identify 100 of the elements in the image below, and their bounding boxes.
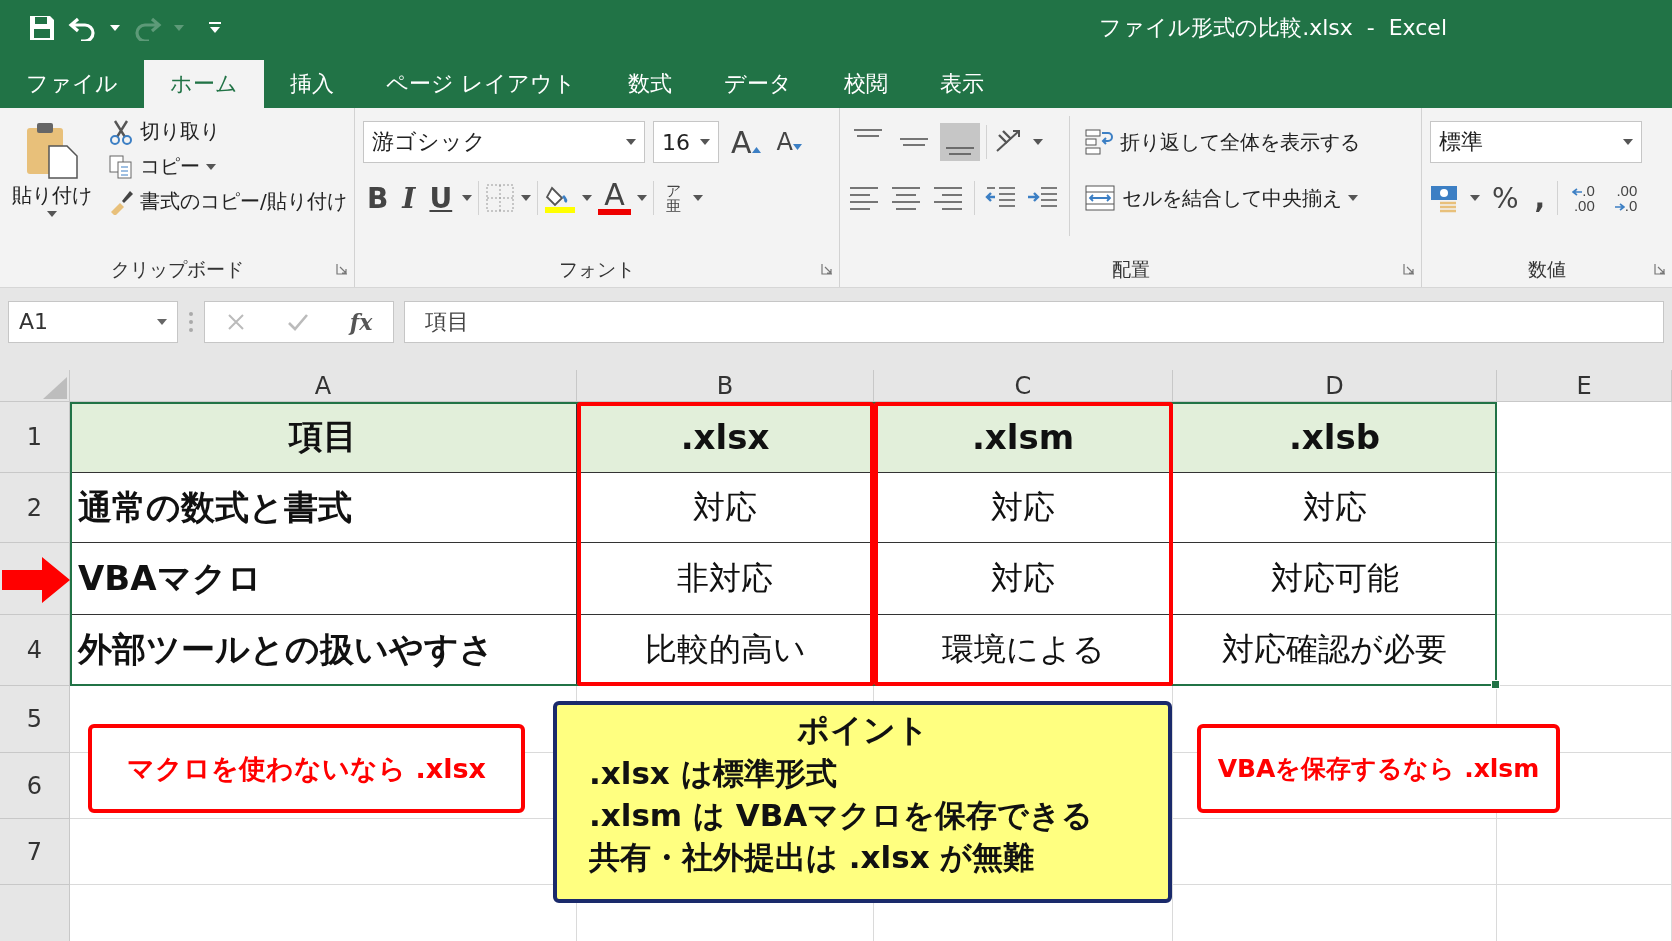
align-left-icon[interactable]: [848, 184, 880, 212]
comma-button[interactable]: ,: [1530, 181, 1550, 215]
caret-icon[interactable]: [636, 195, 647, 201]
caret-icon[interactable]: [1348, 195, 1358, 201]
align-lines-icon: [946, 147, 974, 155]
column-header[interactable]: C: [874, 370, 1173, 402]
table-cell: VBAマクロ: [70, 543, 577, 615]
table-cell: 非対応: [577, 543, 874, 615]
align-lines-icon: [900, 138, 928, 146]
paste-button[interactable]: 貼り付け: [8, 116, 96, 253]
vertical-align-button[interactable]: [940, 123, 980, 161]
font-name-select[interactable]: 游ゴシック: [363, 121, 645, 163]
table-cell: 対応: [874, 543, 1173, 615]
ribbon-tab[interactable]: データ: [698, 60, 818, 108]
note-line: .xlsm は VBAマクロを保存できる: [589, 795, 1095, 835]
triangle-icon: [792, 144, 802, 150]
customize-icon[interactable]: [208, 21, 222, 34]
caret-icon[interactable]: [692, 195, 703, 201]
note-line: .xlsx は標準形式: [589, 754, 838, 793]
wrap-text-button[interactable]: 折り返して全体を表示する: [1080, 116, 1364, 168]
increase-decimal-button[interactable]: .0 .00: [1566, 182, 1601, 214]
table-cell: 環境による: [874, 615, 1173, 686]
table-cell: 比較的高い: [577, 615, 874, 686]
caret-icon[interactable]: [626, 139, 636, 145]
table-cell: 外部ツールとの扱いやすさ: [70, 615, 577, 686]
drag-handle-icon[interactable]: [188, 310, 194, 333]
column-header[interactable]: B: [577, 370, 874, 402]
copy-button[interactable]: コピー: [104, 151, 351, 182]
ribbon-tab[interactable]: ページ レイアウト: [360, 60, 602, 108]
decrease-decimal-button[interactable]: .00 .0: [1608, 182, 1644, 214]
table-cell: 対応: [1173, 473, 1497, 543]
row-header[interactable]: 1: [0, 402, 70, 473]
caret-icon[interactable]: [700, 139, 710, 145]
align-center-icon[interactable]: [890, 184, 922, 212]
row-header[interactable]: [0, 543, 70, 615]
column-header[interactable]: A: [70, 370, 577, 402]
number-format-select[interactable]: 標準: [1430, 121, 1642, 163]
row-header[interactable]: 4: [0, 615, 70, 686]
window-title: ファイル形式の比較.xlsx - Excel: [1099, 13, 1447, 42]
phonetic-button[interactable]: ア 亜: [659, 182, 687, 214]
save-icon[interactable]: [28, 13, 56, 42]
launcher-icon[interactable]: [336, 263, 348, 275]
format-painter-button[interactable]: 書式のコピー/貼り付け: [104, 186, 351, 217]
caret-icon[interactable]: [1623, 139, 1633, 145]
launcher-icon[interactable]: [821, 263, 833, 275]
row-header[interactable]: 7: [0, 819, 70, 885]
column-header[interactable]: E: [1497, 370, 1672, 402]
launcher-icon[interactable]: [1654, 263, 1666, 275]
row-header[interactable]: 2: [0, 473, 70, 543]
callout-note: マクロを使わないなら .xlsx: [88, 724, 525, 813]
group-label: 数値: [1527, 257, 1567, 282]
ribbon-tab[interactable]: 数式: [602, 60, 698, 108]
ribbon-tab[interactable]: 表示: [914, 60, 1010, 108]
ribbon-tab[interactable]: ホーム: [144, 60, 264, 108]
caret-icon[interactable]: [206, 163, 216, 170]
group-label: フォント: [558, 257, 636, 282]
merge-center-button[interactable]: セルを結合して中央揃え: [1080, 172, 1364, 224]
font-color-button[interactable]: A: [598, 181, 631, 215]
percent-button[interactable]: %: [1488, 181, 1523, 215]
group-label: クリップボード: [109, 257, 245, 282]
insert-function-button[interactable]: fx: [349, 308, 373, 335]
arrow-icon: [1572, 188, 1583, 196]
triangle-icon: [751, 146, 761, 153]
scissors-icon: [108, 118, 134, 145]
font-size-select[interactable]: 16: [653, 121, 719, 163]
formula-field[interactable]: 項目: [404, 300, 1664, 343]
ribbon-tab[interactable]: 校閲: [818, 60, 914, 108]
caret-icon[interactable]: [157, 318, 167, 325]
wrap-text-icon: [1084, 127, 1114, 157]
column-header[interactable]: D: [1173, 370, 1497, 402]
align-lines-icon: [854, 129, 882, 137]
caret-icon[interactable]: [521, 195, 532, 201]
row-header[interactable]: 6: [0, 753, 70, 819]
row-header[interactable]: 5: [0, 686, 70, 753]
arrow-icon: [1614, 203, 1625, 211]
align-right-icon[interactable]: [932, 184, 964, 212]
fill-handle[interactable]: [1491, 680, 1500, 689]
caret-icon[interactable]: [462, 195, 473, 201]
cut-button[interactable]: 切り取り: [104, 116, 351, 147]
caret-icon[interactable]: [110, 24, 120, 31]
note-line: 共有・社外提出は .xlsx が無難: [589, 837, 1036, 877]
table-cell: 項目: [70, 402, 577, 473]
launcher-icon[interactable]: [1403, 263, 1415, 275]
italic-button[interactable]: I: [398, 181, 420, 215]
caret-icon[interactable]: [582, 195, 593, 201]
ribbon-tab[interactable]: ファイル: [0, 60, 144, 108]
note-title: ポイント: [796, 710, 929, 751]
caret-icon[interactable]: [1033, 139, 1043, 145]
name-box[interactable]: A1: [8, 300, 178, 343]
table-cell: 対応: [577, 473, 874, 543]
caret-icon[interactable]: [1470, 195, 1480, 201]
merge-cells-icon: [1084, 183, 1116, 213]
ribbon-tab[interactable]: 挿入: [264, 60, 360, 108]
bold-button[interactable]: B: [363, 181, 393, 215]
shrink-font-button[interactable]: A: [772, 128, 806, 156]
group-label: 配置: [1110, 257, 1151, 282]
grow-font-button[interactable]: A: [727, 124, 765, 160]
caret-icon[interactable]: [47, 211, 57, 217]
underline-button[interactable]: U: [425, 181, 457, 215]
clipboard-icon: [25, 122, 79, 180]
